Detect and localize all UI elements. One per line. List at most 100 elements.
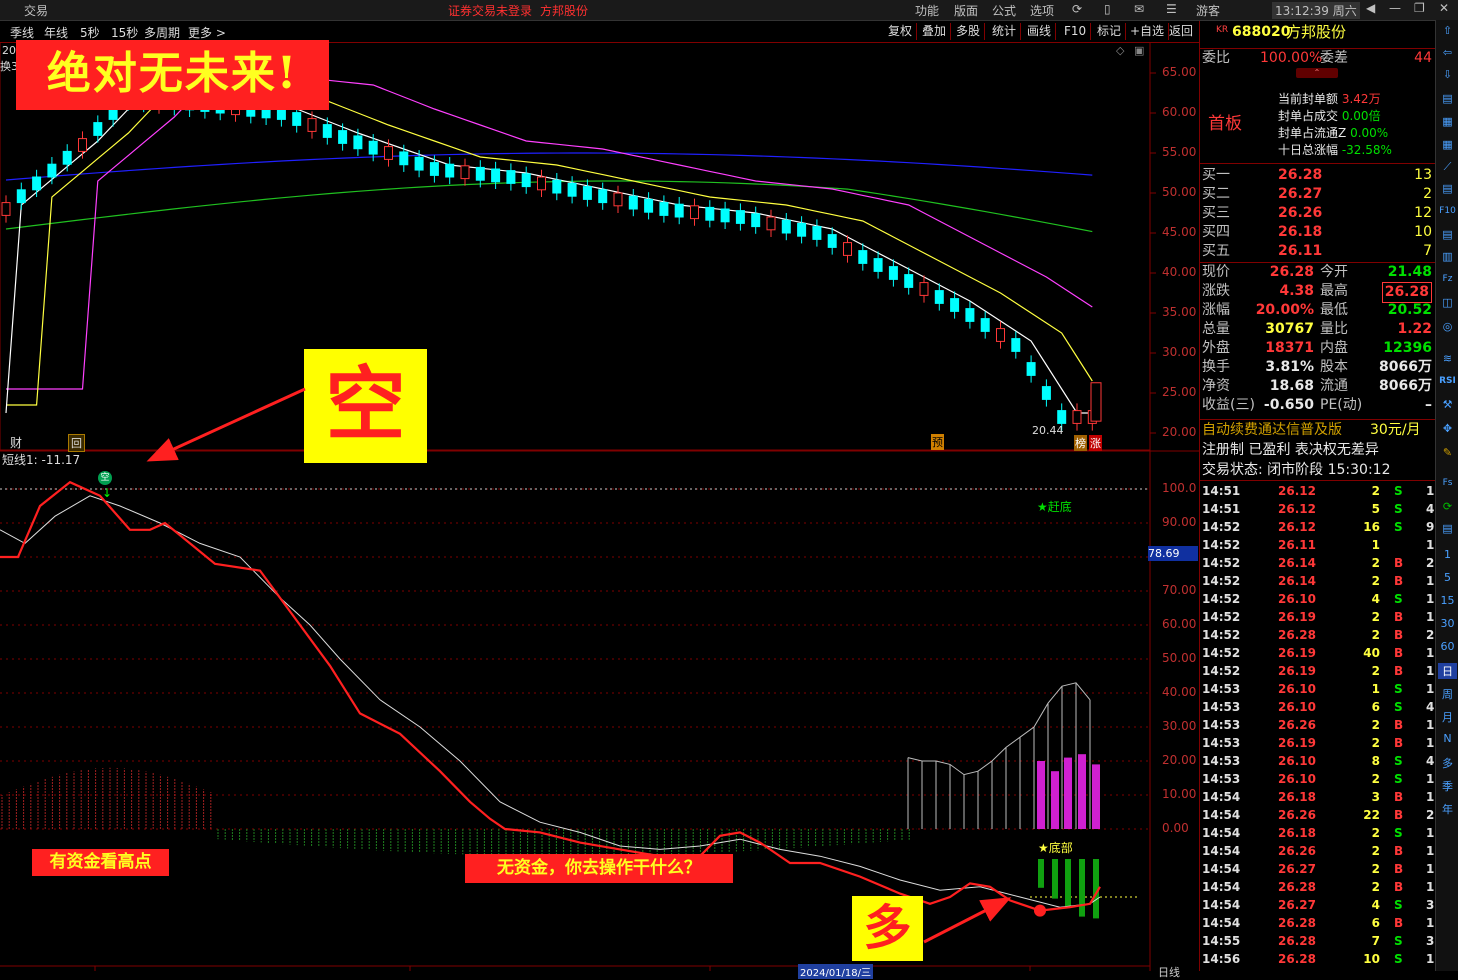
sidebar-period[interactable]: 周 [1438,686,1457,702]
marker-bang[interactable]: 榜 [1074,435,1087,451]
fzq-icon[interactable]: Fz [1438,274,1457,284]
marker-cai[interactable]: 财 [10,434,22,451]
chart-icon[interactable]: ▤ [1438,92,1457,105]
sidebar-period[interactable]: 月 [1438,709,1457,725]
tick-row[interactable]: 14:55 26.28 7 S 3 [1200,932,1436,950]
arrow-down-icon[interactable]: ⇩ [1438,68,1457,81]
menu-layout[interactable]: 版面 [954,2,978,19]
period-quarter[interactable]: 季线 [10,24,34,41]
tick-row[interactable]: 14:52 26.10 4 S 1 [1200,590,1436,608]
tick-row[interactable]: 14:52 26.14 2 B 2 [1200,554,1436,572]
tick-row[interactable]: 14:54 26.18 3 B 1 [1200,788,1436,806]
sidebar-period[interactable]: 30 [1438,617,1457,630]
btn-overlay[interactable]: 叠加 [918,23,952,40]
sidebar-period[interactable]: 日 [1438,663,1457,679]
menu-formula[interactable]: 公式 [992,2,1016,19]
sidebar-period[interactable]: 5 [1438,571,1457,584]
tick-row[interactable]: 14:52 26.12 16 S 9 [1200,518,1436,536]
bid-row[interactable]: 买四 26.18 10 [1200,223,1436,242]
settings-icon[interactable]: ☰ [1166,2,1177,16]
btn-f10[interactable]: F10 [1060,23,1092,40]
promo-price[interactable]: 30元/月 [1370,421,1421,440]
book-icon[interactable]: ▥ [1438,250,1457,263]
user-label[interactable]: 游客 [1196,2,1220,19]
f10-icon[interactable]: F10 [1438,206,1457,216]
login-status[interactable]: 证券交易未登录 [448,2,532,19]
marker-zhang[interactable]: 涨 [1089,435,1102,451]
sidebar-period[interactable]: 季 [1438,778,1457,794]
app-title[interactable]: 交易 [24,2,48,19]
tick-row[interactable]: 14:51 26.12 2 S 1 [1200,482,1436,500]
tick-row[interactable]: 14:54 26.28 6 B 1 [1200,914,1436,932]
sidebar-period[interactable]: N [1438,732,1457,745]
tick-row[interactable]: 14:52 26.14 2 B 1 [1200,572,1436,590]
restore-icon[interactable]: ❐ [1414,1,1425,15]
tick-row[interactable]: 14:54 26.18 2 S 1 [1200,824,1436,842]
period-more[interactable]: 更多 > [188,24,226,41]
close-icon[interactable]: ✕ [1439,1,1449,15]
tick-row[interactable]: 14:54 26.26 22 B 2 [1200,806,1436,824]
tick-row[interactable]: 14:54 26.26 2 B 1 [1200,842,1436,860]
tick-row[interactable]: 14:56 26.28 10 S 1 [1200,950,1436,968]
btn-add-watch[interactable]: +自选 [1126,23,1170,40]
stock-name[interactable]: 方邦股份 [1286,23,1346,42]
sidebar-period[interactable]: 60 [1438,640,1457,653]
tick-row[interactable]: 14:54 26.28 2 B 1 [1200,878,1436,896]
marker-yu[interactable]: 预 [931,434,944,450]
mail-icon[interactable]: ✉ [1134,2,1144,16]
collapse-icon[interactable]: ⌃ [1296,68,1338,78]
btn-mark[interactable]: 标记 [1093,23,1127,40]
tick-row[interactable]: 14:52 26.19 40 B 1 [1200,644,1436,662]
circle-icon[interactable]: ◎ [1438,320,1457,333]
tick-row[interactable]: 14:53 26.10 1 S 1 [1200,680,1436,698]
menu-function[interactable]: 功能 [915,2,939,19]
broker-name[interactable]: 方邦股份 [540,2,588,19]
bid-row[interactable]: 买二 26.27 2 [1200,185,1436,204]
period-multi[interactable]: 多周期 [144,24,180,41]
tick-row[interactable]: 14:53 26.10 8 S 4 [1200,752,1436,770]
sidebar-period[interactable]: 年 [1438,801,1457,817]
period-5s[interactable]: 5秒 [80,24,100,41]
tick-row[interactable]: 14:53 26.19 2 B 1 [1200,734,1436,752]
btn-fuquan[interactable]: 复权 [884,23,918,40]
tick-row[interactable]: 14:53 26.26 2 B 1 [1200,716,1436,734]
arrow-left-icon[interactable]: ⇦ [1438,46,1457,59]
kline-chart[interactable] [0,42,1199,971]
sidebar-period[interactable]: 1 [1438,548,1457,561]
btn-draw[interactable]: 画线 [1023,23,1057,40]
bid-row[interactable]: 买三 26.26 12 [1200,204,1436,223]
menu-options[interactable]: 选项 [1030,2,1054,19]
arrow-up-icon[interactable]: ⇧ [1438,24,1457,37]
note-icon[interactable]: ▤ [1438,522,1457,535]
tick-row[interactable]: 14:54 26.27 2 B 1 [1200,860,1436,878]
stock-code[interactable]: 688020 [1232,23,1290,42]
tick-row[interactable]: 14:52 26.11 1 1 [1200,536,1436,554]
trend-icon[interactable]: ⟋ [1438,160,1457,174]
doc-icon[interactable]: ▤ [1438,228,1457,241]
bid-row[interactable]: 买五 26.11 7 [1200,242,1436,261]
bid-row[interactable]: 买一 26.28 13 [1200,166,1436,185]
tick-row[interactable]: 14:51 26.12 5 S 4 [1200,500,1436,518]
marker-box[interactable]: 回 [68,434,85,452]
minimize-icon[interactable]: — [1389,1,1401,15]
sidebar-period[interactable]: 多 [1438,755,1457,771]
promo-text[interactable]: 自动续费通达信普及版 [1202,421,1342,440]
tick-row[interactable]: 14:54 26.27 4 S 3 [1200,896,1436,914]
btn-return[interactable]: 返回 [1165,23,1197,40]
back-icon[interactable]: ◀ [1366,1,1375,15]
tick-row[interactable]: 14:53 26.10 6 S 4 [1200,698,1436,716]
btn-stats[interactable]: 统计 [988,23,1022,40]
grid-icon[interactable]: ▦ [1438,138,1457,151]
tick-row[interactable]: 14:52 26.28 2 B 2 [1200,626,1436,644]
tick-row[interactable]: 14:53 26.10 2 S 1 [1200,770,1436,788]
phone-icon[interactable]: ▯ [1104,2,1111,16]
promo-row[interactable]: 自动续费通达信普及版 30元/月 [1200,421,1436,440]
table-icon[interactable]: ▦ [1438,115,1457,128]
list-icon[interactable]: ▤ [1438,182,1457,195]
macd-icon[interactable]: ≋ [1438,352,1457,365]
kong-circle-marker[interactable]: 空 [98,471,112,485]
period-15s[interactable]: 15秒 [111,24,138,41]
fs-icon[interactable]: Fs [1438,478,1457,488]
btn-multi-stock[interactable]: 多股 [952,23,986,40]
crosshair-icon[interactable]: ✥ [1438,422,1457,435]
